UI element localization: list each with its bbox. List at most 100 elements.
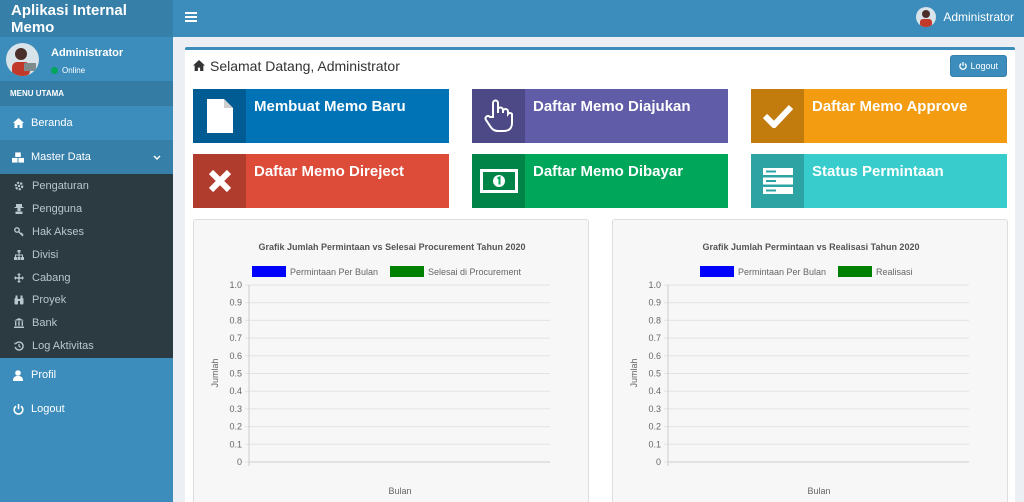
chart-panel-procurement: Grafik Jumlah Permintaan vs Selesai Proc…	[193, 219, 589, 502]
y-tick-label: 1.0	[648, 280, 661, 290]
tile-membuat-memo-baru[interactable]: Membuat Memo Baru	[193, 89, 449, 143]
y-tick-label: 0.6	[229, 351, 242, 361]
y-tick-label: 0.8	[229, 315, 242, 325]
sidebar-item-cabang[interactable]: Cabang	[0, 266, 173, 289]
y-tick-label: 0.9	[648, 298, 661, 308]
file-icon	[193, 89, 246, 143]
y-tick-label: 0.7	[648, 333, 661, 343]
top-user-name: Administrator	[943, 10, 1014, 24]
history-icon	[13, 341, 24, 351]
sidebar-item-pengguna[interactable]: Pengguna	[0, 198, 173, 221]
legend-label: Permintaan Per Bulan	[738, 267, 826, 277]
sidebar-item-proyek[interactable]: Proyek	[0, 289, 173, 312]
y-tick-label: 0.4	[648, 386, 661, 396]
sidebar-item-label: Master Data	[31, 151, 91, 163]
y-tick-label: 0.2	[648, 422, 661, 432]
sidebar-item-label: Bank	[32, 317, 58, 330]
user-status-label: Online	[62, 66, 86, 75]
power-icon	[959, 62, 968, 70]
master-data-submenu: Pengaturan Pengguna Hak Akses Divisi Cab…	[0, 174, 173, 359]
avatar	[916, 7, 937, 27]
y-tick-label: 0.5	[229, 369, 242, 379]
user-secret-icon	[13, 204, 24, 215]
sidebar-item-profil[interactable]: Profil	[0, 358, 173, 392]
app-logo[interactable]: Aplikasi Internal Memo	[0, 0, 173, 37]
sidebar-item-label: Pengguna	[32, 203, 83, 216]
top-user-menu[interactable]: Administrator	[916, 7, 1014, 27]
y-tick-label: 0.4	[229, 386, 242, 396]
y-axis-label: Jumlah	[629, 358, 639, 387]
logout-button[interactable]: Logout	[950, 55, 1007, 77]
sidebar-item-label: Profil	[31, 369, 57, 382]
sidebar-item-label: Logout	[31, 403, 65, 416]
y-tick-label: 0.6	[648, 351, 661, 361]
y-tick-label: 0.8	[648, 315, 661, 325]
tile-daftar-memo-dibayar[interactable]: Daftar Memo Dibayar	[472, 154, 728, 208]
user-status: Online	[51, 66, 85, 75]
procurement-chart: Grafik Jumlah Permintaan vs Selesai Proc…	[210, 242, 550, 496]
bank-icon	[13, 318, 24, 329]
chart-panel-realisasi: Grafik Jumlah Permintaan vs Realisasi Ta…	[612, 219, 1008, 502]
tile-label: Membuat Memo Baru	[254, 98, 406, 115]
sidebar-toggle-icon[interactable]	[185, 10, 197, 24]
hand-pointer-icon	[472, 89, 525, 143]
tile-daftar-memo-diajukan[interactable]: Daftar Memo Diajukan	[472, 89, 728, 143]
tile-status-permintaan[interactable]: Status Permintaan	[751, 154, 1007, 208]
sidebar-item-hak-akses[interactable]: Hak Akses	[0, 221, 173, 244]
chevron-down-icon[interactable]	[153, 152, 161, 164]
home-icon	[12, 118, 24, 128]
sidebar-item-label: Log Aktivitas	[32, 339, 94, 352]
sidebar-item-logout[interactable]: Logout	[0, 392, 173, 426]
key-icon	[13, 227, 24, 237]
sidebar-item-label: Proyek	[32, 294, 67, 307]
y-tick-label: 0	[237, 457, 242, 467]
sidebar-item-beranda[interactable]: Beranda	[0, 106, 173, 140]
sidebar-item-label: Pengaturan	[32, 180, 89, 193]
y-axis-label: Jumlah	[210, 358, 220, 387]
page-title: Selamat Datang, Administrator	[193, 58, 400, 74]
welcome-text: Selamat Datang, Administrator	[210, 58, 400, 74]
power-icon	[12, 403, 24, 415]
x-axis-label: Bulan	[807, 486, 830, 496]
sidebar-item-divisi[interactable]: Divisi	[0, 243, 173, 266]
tile-label: Daftar Memo Diajukan	[533, 98, 691, 115]
y-tick-label: 0.1	[648, 439, 661, 449]
binoculars-icon	[13, 295, 24, 305]
y-tick-label: 0.5	[648, 369, 661, 379]
tile-daftar-memo-direject[interactable]: Daftar Memo Direject	[193, 154, 449, 208]
y-tick-label: 0.3	[648, 404, 661, 414]
tile-label: Daftar Memo Direject	[254, 163, 405, 180]
sidebar-item-label: Divisi	[32, 248, 59, 261]
tile-label: Daftar Memo Dibayar	[533, 163, 684, 180]
sidebar-item-label: Hak Akses	[32, 225, 84, 238]
sidebar-item-log-aktivitas[interactable]: Log Aktivitas	[0, 335, 173, 358]
home-icon	[193, 58, 205, 74]
logout-button-label: Logout	[970, 61, 998, 71]
menu-header: MENU UTAMA	[0, 81, 173, 106]
legend-label: Realisasi	[876, 267, 913, 277]
y-tick-label: 0.2	[229, 422, 242, 432]
server-icon	[751, 154, 804, 208]
legend-label: Selesai di Procurement	[428, 267, 522, 277]
sidebar-item-label: Cabang	[32, 271, 71, 284]
y-tick-label: 0	[656, 457, 661, 467]
y-tick-label: 0.7	[229, 333, 242, 343]
legend-swatch	[252, 266, 286, 277]
y-tick-label: 1.0	[229, 280, 242, 290]
sidebar-item-master-data[interactable]: Master Data	[0, 140, 173, 174]
y-tick-label: 0.1	[229, 439, 242, 449]
y-tick-label: 0.3	[229, 404, 242, 414]
sidebar-item-bank[interactable]: Bank	[0, 312, 173, 335]
tile-label: Daftar Memo Approve	[812, 98, 968, 115]
legend-swatch	[838, 266, 872, 277]
user-panel: Administrator Online	[0, 37, 173, 81]
y-tick-label: 0.9	[229, 298, 242, 308]
tile-daftar-memo-approve[interactable]: Daftar Memo Approve	[751, 89, 1007, 143]
avatar	[6, 43, 39, 76]
sidebar-item-label: Beranda	[31, 117, 73, 129]
times-icon	[193, 154, 246, 208]
user-icon	[12, 370, 24, 381]
x-axis-label: Bulan	[388, 486, 411, 496]
sidebar-item-pengaturan[interactable]: Pengaturan	[0, 175, 173, 198]
top-navbar: Administrator	[173, 0, 1024, 37]
